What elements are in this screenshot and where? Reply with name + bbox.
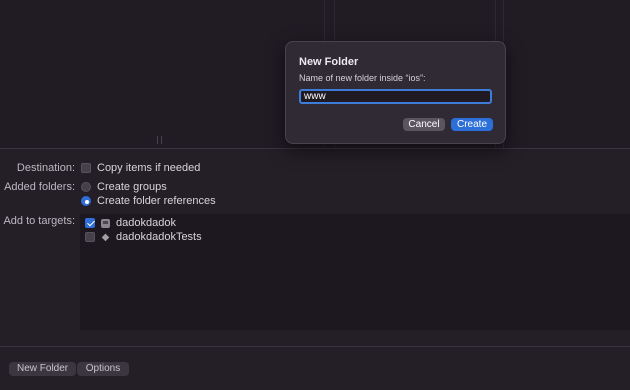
target-item-dadokdadok[interactable]: dadokdadok	[85, 217, 176, 229]
create-groups-label: Create groups	[97, 181, 167, 193]
create-groups-radio[interactable]	[81, 182, 91, 192]
options-button[interactable]: Options	[77, 362, 129, 376]
target-name: dadokdadok	[116, 217, 176, 229]
divider	[0, 148, 630, 149]
copy-items-label: Copy items if needed	[97, 162, 201, 174]
dialog-title: New Folder	[299, 56, 359, 68]
new-folder-button[interactable]: New Folder	[9, 362, 77, 376]
copy-items-checkbox[interactable]	[81, 163, 91, 173]
app-target-icon	[101, 218, 110, 228]
target-checkbox[interactable]	[85, 218, 95, 228]
added-folders-label: Added folders:	[4, 181, 75, 193]
target-name: dadokdadokTests	[116, 231, 202, 243]
create-folder-references-radio[interactable]	[81, 196, 91, 206]
create-groups-option[interactable]: Create groups	[81, 181, 167, 193]
new-folder-dialog: New Folder Name of new folder inside “io…	[285, 41, 506, 144]
targets-list: dadokdadok ◆ dadokdadokTests	[80, 214, 630, 330]
test-target-icon: ◆	[101, 231, 110, 243]
create-folder-references-label: Create folder references	[97, 195, 216, 207]
create-button[interactable]: Create	[451, 118, 493, 131]
target-checkbox[interactable]	[85, 232, 95, 242]
destination-label: Destination:	[16, 162, 75, 174]
divider	[0, 346, 630, 347]
cancel-button[interactable]: Cancel	[403, 118, 445, 131]
target-item-dadokdadoktests[interactable]: ◆ dadokdadokTests	[85, 231, 202, 243]
add-to-targets-label: Add to targets:	[3, 215, 75, 227]
create-folder-references-option[interactable]: Create folder references	[81, 195, 216, 207]
dialog-prompt: Name of new folder inside “ios”:	[299, 73, 426, 83]
column-resize-handle[interactable]	[157, 136, 162, 144]
copy-items-option[interactable]: Copy items if needed	[81, 162, 200, 174]
folder-name-input[interactable]	[299, 89, 492, 104]
